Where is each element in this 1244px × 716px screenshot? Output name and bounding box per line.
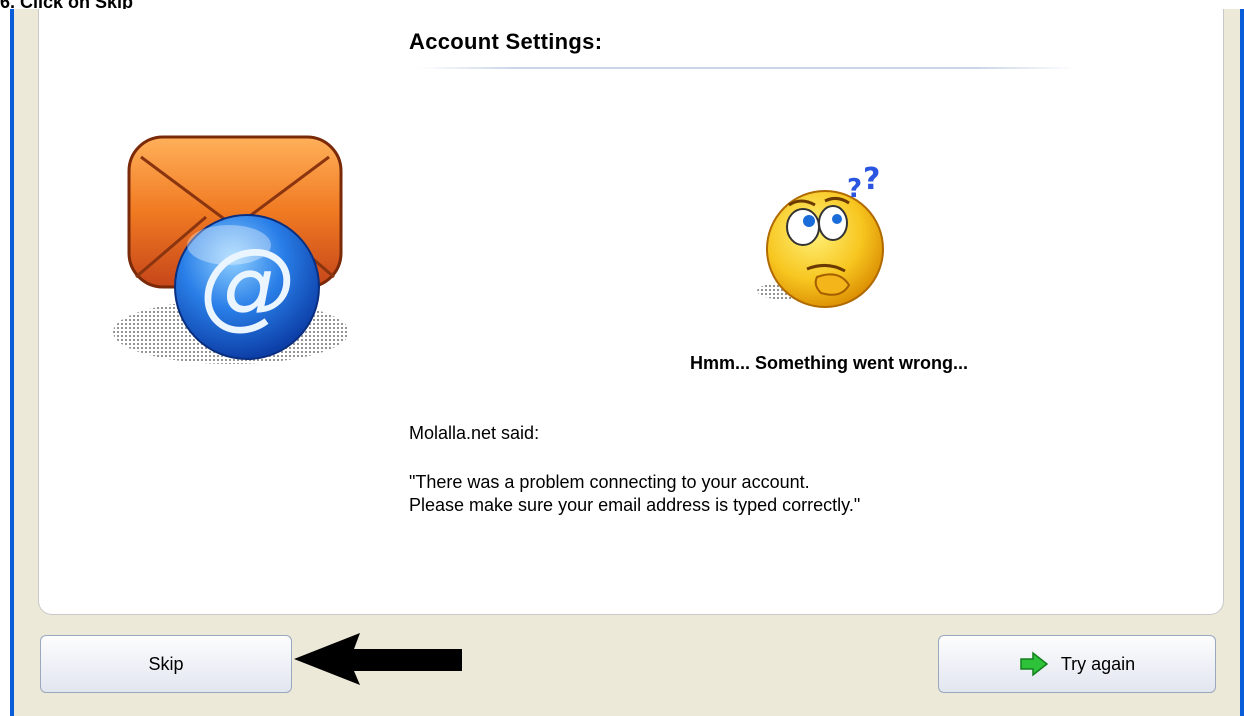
title-divider [417, 67, 1075, 69]
skip-button[interactable]: Skip [40, 635, 292, 693]
setup-window: Account Settings: @ ? ? Hmm... Something… [10, 9, 1244, 716]
error-message-line-2: Please make sure your email address is t… [409, 495, 861, 515]
error-message-line-1: "There was a problem connecting to your … [409, 472, 810, 492]
svg-text:?: ? [847, 174, 862, 204]
svg-text:@: @ [199, 228, 295, 340]
error-title: Hmm... Something went wrong... [689, 353, 968, 373]
error-message: "There was a problem connecting to your … [409, 471, 860, 517]
try-again-button[interactable]: Try again [938, 635, 1216, 693]
try-again-button-label: Try again [1060, 653, 1136, 674]
skip-button-label: Skip [148, 653, 184, 674]
content-panel: Account Settings: @ ? ? Hmm... Something… [38, 9, 1224, 615]
confused-emoji-icon: ? ? [757, 162, 884, 308]
page-title: Account Settings: [409, 29, 603, 54]
provider-said-label: Molalla.net said: [409, 423, 540, 443]
black-arrow-left-icon [294, 633, 462, 685]
green-arrow-right-icon [1020, 651, 1049, 677]
svg-text:?: ? [863, 162, 880, 197]
email-at-icon: @ [113, 135, 349, 364]
